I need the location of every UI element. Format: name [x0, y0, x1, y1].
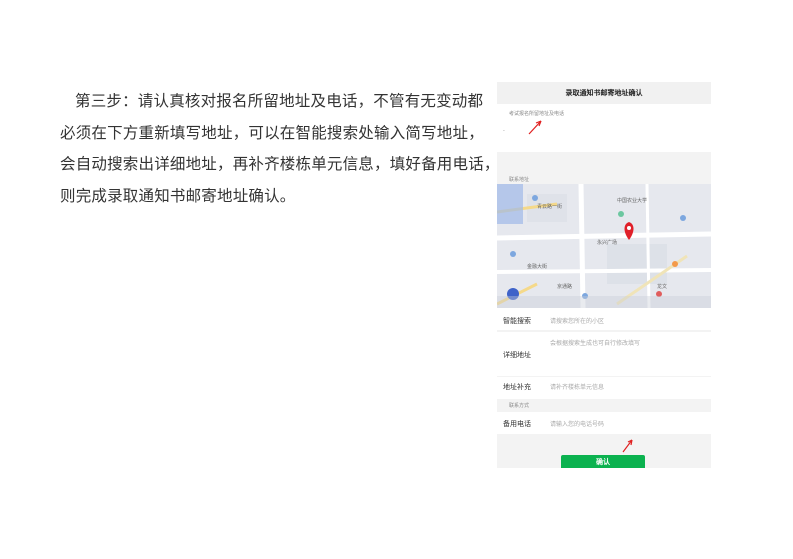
red-arrow-icon: [622, 439, 633, 453]
registered-address-value: ·: [503, 128, 505, 135]
backup-phone-label: 备用电话: [503, 420, 531, 428]
detail-address-input[interactable]: 会根据搜索生成也可自行修改填写: [550, 338, 640, 347]
contact-address-label: 联系地址: [509, 177, 530, 183]
map-label-d: 金融大街: [527, 263, 547, 270]
map-view[interactable]: 青云路一街 中国农业大学 永兴广场 金融大街 龙文 京通路: [497, 184, 711, 308]
instruction-line-1: 第三步：请认真核对报名所留地址及电话，不管有无变动都: [75, 92, 484, 110]
backup-phone-row[interactable]: 备用电话 请输入您的电话号码: [497, 412, 711, 434]
contact-method-label: 联系方式: [509, 403, 530, 409]
map-label-b: 永兴广场: [597, 239, 617, 246]
confirm-button[interactable]: 确认: [561, 455, 645, 468]
smart-search-row[interactable]: 智能搜索 请搜索您所在的小区: [497, 308, 711, 330]
smart-search-label: 智能搜索: [503, 317, 531, 325]
detail-address-row[interactable]: 详细地址 会根据搜索生成也可自行修改填写: [497, 332, 711, 376]
backup-phone-input[interactable]: 请输入您的电话号码: [550, 419, 604, 428]
smart-search-input[interactable]: 请搜索您所在的小区: [550, 316, 604, 325]
page-title: 录取通知书邮寄地址确认: [497, 82, 711, 104]
map-label-a: 青云路一街: [537, 203, 562, 210]
phone-screenshot: 录取通知书邮寄地址确认 考试报名所留地址及电话 · 联系地址 青云路一街 中国农…: [497, 82, 711, 468]
address-supplement-row[interactable]: 地址补充 请补齐楼栋单元信息: [497, 377, 711, 399]
registered-address-label: 考试报名所留地址及电话: [509, 111, 565, 117]
instruction-line-2: 必须在下方重新填写地址，可以在智能搜索处输入简写地址，: [60, 123, 484, 142]
map-graphic: 青云路一街 中国农业大学 永兴广场 金融大街 龙文 京通路: [497, 184, 711, 308]
map-label-c: 中国农业大学: [617, 197, 647, 204]
instruction-text: 第三步：请认真核对报名所留地址及电话，不管有无变动都 必须在下方重新填写地址，可…: [60, 86, 500, 212]
instruction-line-4: 则完成录取通知书邮寄地址确认。: [60, 186, 296, 205]
instruction-line-3: 会自动搜索出详细地址，再补齐楼栋单元信息，填好备用电话，: [60, 155, 500, 173]
address-supplement-label: 地址补充: [503, 383, 531, 391]
map-label-e: 龙文: [657, 283, 667, 290]
detail-address-label: 详细地址: [503, 351, 531, 359]
map-label-f: 京通路: [557, 283, 572, 290]
red-arrow-icon: [528, 120, 542, 135]
address-supplement-input[interactable]: 请补齐楼栋单元信息: [550, 382, 604, 391]
